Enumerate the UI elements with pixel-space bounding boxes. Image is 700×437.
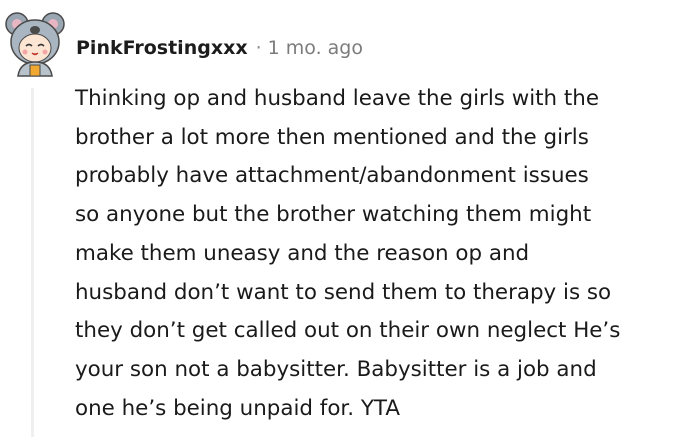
meta-separator: · — [255, 37, 262, 59]
comment-body-line: one he’s being unpaid for. YTA — [75, 395, 400, 421]
koala-avatar-icon — [5, 12, 65, 77]
comment-body-line: make them uneasy and the reason op and — [75, 240, 530, 266]
comment-body-line: so anyone but the brother watching them … — [75, 202, 592, 228]
comment-header: PinkFrostingxxx · 1 mo. ago — [76, 33, 363, 63]
comment-author[interactable]: PinkFrostingxxx — [76, 37, 248, 59]
comment-body: Thinking op and husband leave the girls … — [75, 80, 697, 428]
comment-timestamp[interactable]: 1 mo. ago — [268, 37, 363, 59]
comment-body-line: brother a lot more then mentioned and th… — [75, 124, 589, 150]
comment-body-line: your son not a babysitter. Babysitter is… — [75, 356, 597, 382]
thread-collapse-line[interactable] — [31, 88, 34, 437]
user-avatar[interactable] — [4, 8, 66, 78]
comment-body-line: probably have attachment/abandonment iss… — [75, 163, 589, 189]
comment-body-line: husband don’t want to send them to thera… — [75, 279, 612, 305]
comment-body-line: Thinking op and husband leave the girls … — [75, 86, 599, 111]
comment-body-line: they don’t get called out on their own n… — [75, 318, 621, 344]
